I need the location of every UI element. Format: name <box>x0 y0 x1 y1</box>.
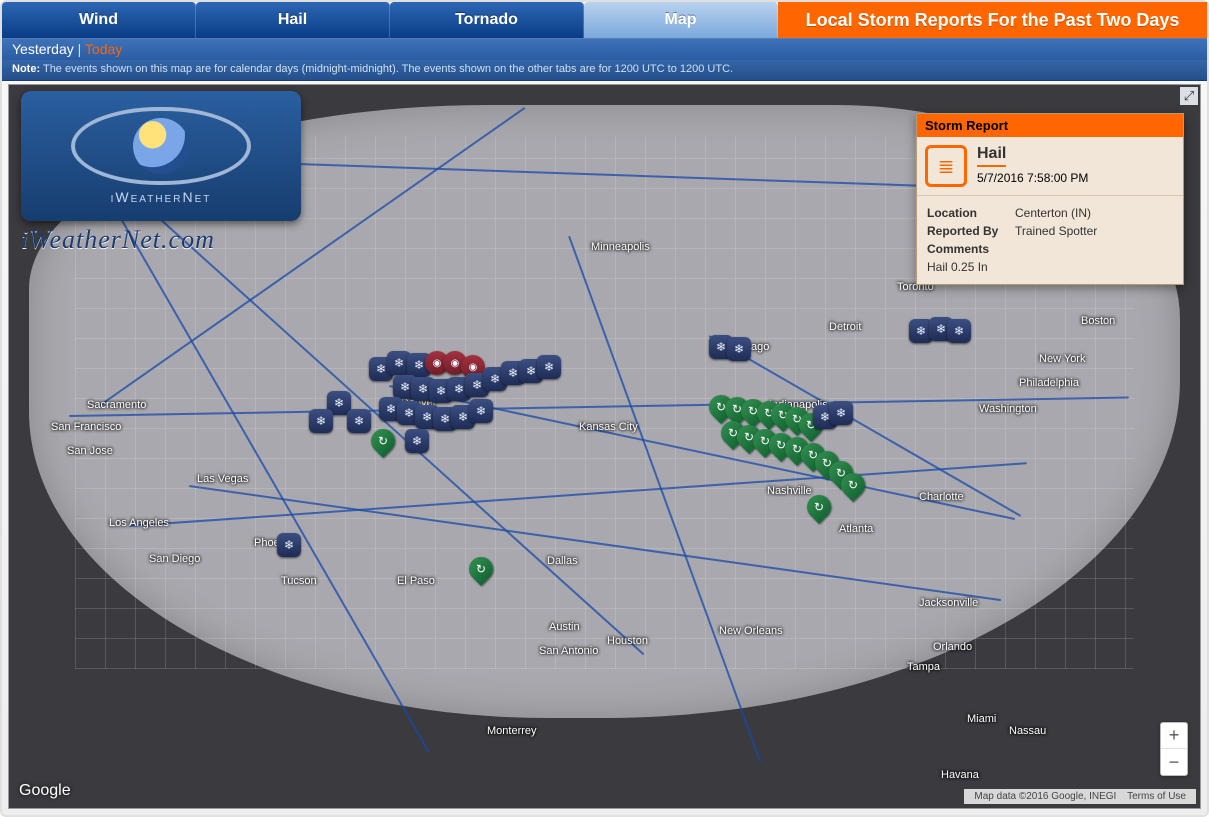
popup-type: Hail <box>977 145 1006 167</box>
zoom-control: + − <box>1160 722 1188 776</box>
hail-marker[interactable] <box>537 355 561 379</box>
popup-comments-label: Comments <box>927 242 1173 256</box>
banner-title: Local Storm Reports For the Past Two Day… <box>778 2 1207 38</box>
road <box>189 485 1001 601</box>
brand-logo: iWeatherNet iWeatherNet.com <box>21 91 301 255</box>
note-bar: Note: The events shown on this map are f… <box>2 60 1207 81</box>
google-logo: Google <box>19 782 71 800</box>
map-canvas[interactable]: VancouverSeattlePortlandSacramentoSan Fr… <box>8 84 1201 809</box>
attrib-terms[interactable]: Terms of Use <box>1127 791 1186 802</box>
popup-reported: Trained Spotter <box>1015 224 1097 238</box>
filter-sep: | <box>78 41 82 57</box>
popup-header: Storm Report <box>917 114 1183 137</box>
zoom-out-button[interactable]: − <box>1161 749 1187 775</box>
hail-marker[interactable] <box>947 319 971 343</box>
filter-today[interactable]: Today <box>85 41 122 57</box>
filter-yesterday[interactable]: Yesterday <box>12 41 74 57</box>
tab-tornado[interactable]: Tornado <box>390 2 584 38</box>
logo-url-text: iWeatherNet.com <box>21 225 301 255</box>
tab-hail[interactable]: Hail <box>196 2 390 38</box>
tab-bar: Wind Hail Tornado Map Local Storm Report… <box>2 2 1207 38</box>
note-text: The events shown on this map are for cal… <box>43 63 733 75</box>
zoom-in-button[interactable]: + <box>1161 723 1187 749</box>
logo-brand-text: iWeatherNet <box>111 189 212 205</box>
popup-comments: Hail 0.25 In <box>927 260 1173 274</box>
fullscreen-button[interactable]: ⤢ <box>1180 87 1198 105</box>
hail-marker[interactable] <box>347 409 371 433</box>
hail-marker[interactable] <box>309 409 333 433</box>
app-frame: Wind Hail Tornado Map Local Storm Report… <box>0 0 1209 817</box>
report-type-icon: ≣ <box>925 145 967 187</box>
popup-reported-label: Reported By <box>927 224 1015 238</box>
map-attribution: Map data ©2016 Google, INEGI Terms of Us… <box>964 789 1196 804</box>
hail-marker[interactable] <box>727 337 751 361</box>
popup-timestamp: 5/7/2016 7:58:00 PM <box>977 171 1088 185</box>
hail-marker[interactable] <box>405 429 429 453</box>
popup-location: Centerton (IN) <box>1015 206 1091 220</box>
tab-map[interactable]: Map <box>584 2 778 38</box>
hail-marker[interactable] <box>829 401 853 425</box>
tab-wind[interactable]: Wind <box>2 2 196 38</box>
hail-marker[interactable] <box>277 533 301 557</box>
logo-badge: iWeatherNet <box>21 91 301 221</box>
hail-marker[interactable] <box>469 399 493 423</box>
road <box>568 236 761 763</box>
attrib-data: Map data ©2016 Google, INEGI <box>974 791 1116 802</box>
logo-eye-icon <box>71 107 251 185</box>
day-filter-bar: Yesterday | Today <box>2 38 1207 60</box>
note-label: Note: <box>12 63 40 75</box>
popup-location-label: Location <box>927 206 1015 220</box>
storm-report-popup: Storm Report ≣ Hail 5/7/2016 7:58:00 PM … <box>916 113 1184 285</box>
